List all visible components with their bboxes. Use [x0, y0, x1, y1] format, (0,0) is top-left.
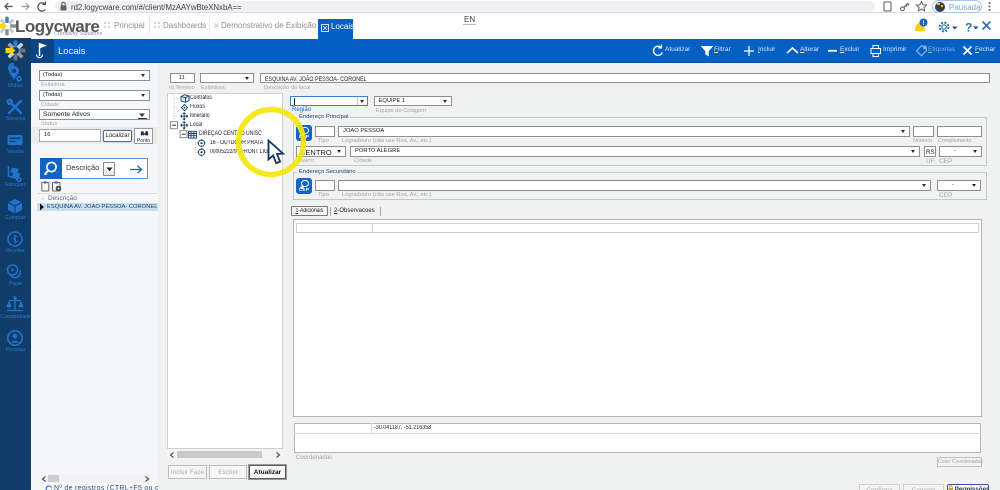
svg-text:!: !: [923, 21, 925, 27]
svg-text:?: ?: [965, 21, 972, 35]
